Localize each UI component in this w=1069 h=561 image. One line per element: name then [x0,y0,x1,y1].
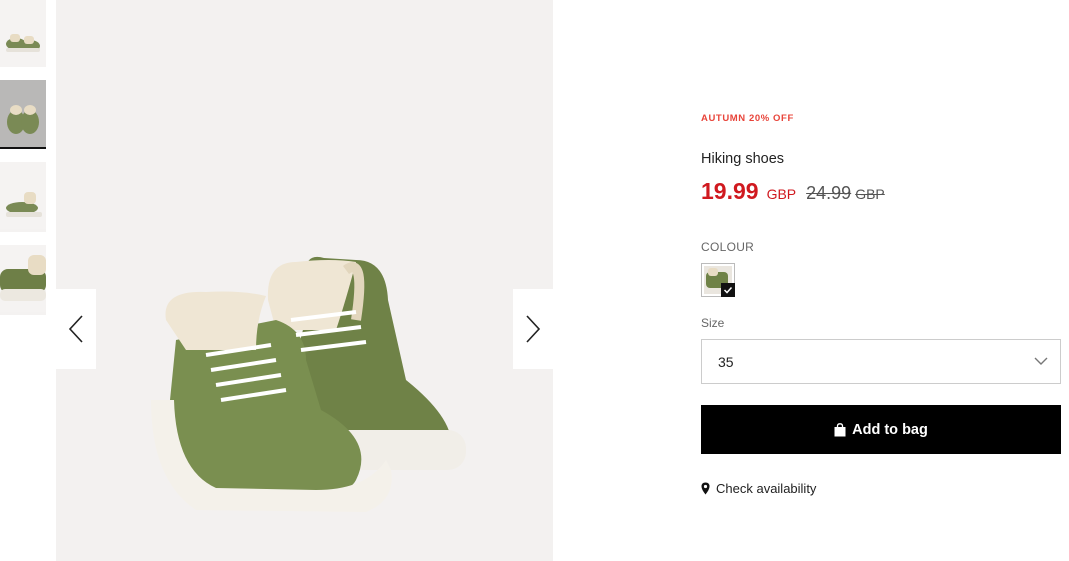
shopping-bag-icon [834,422,846,437]
colour-swatch-green[interactable] [701,263,735,297]
original-price: 24.99 [806,183,852,203]
size-selected-value: 35 [718,353,734,370]
check-icon [721,283,735,297]
previous-image-button[interactable] [56,289,96,369]
add-to-bag-button[interactable]: Add to bag [701,405,1061,454]
add-to-bag-label: Add to bag [852,421,928,438]
colour-label: COLOUR [701,240,755,254]
chevron-left-icon [68,315,83,343]
price-block: 19.99 GBP 24.99 GBP [701,178,885,205]
thumbnail-2[interactable] [0,80,46,149]
original-currency: GBP [855,186,885,202]
chevron-down-icon [1034,357,1048,365]
product-photo [56,0,553,561]
size-select[interactable]: 35 [701,339,1061,384]
promo-label: AUTUMN 20% OFF [701,113,794,124]
product-name: Hiking shoes [701,151,785,167]
product-image [56,0,553,561]
thumbnail-4[interactable] [0,245,46,315]
sale-price: 19.99 [701,178,759,204]
location-pin-icon [701,482,710,495]
product-page: AUTUMN 20% OFF Hiking shoes 19.99 GBP 24… [0,0,1069,561]
size-label: Size [701,316,725,330]
sale-currency: GBP [766,186,797,202]
chevron-right-icon [526,315,541,343]
check-availability-link[interactable]: Check availability [701,481,816,496]
thumbnail-1[interactable] [0,0,46,67]
check-availability-label: Check availability [716,481,817,496]
next-image-button[interactable] [513,289,553,369]
thumbnail-3[interactable] [0,162,46,232]
